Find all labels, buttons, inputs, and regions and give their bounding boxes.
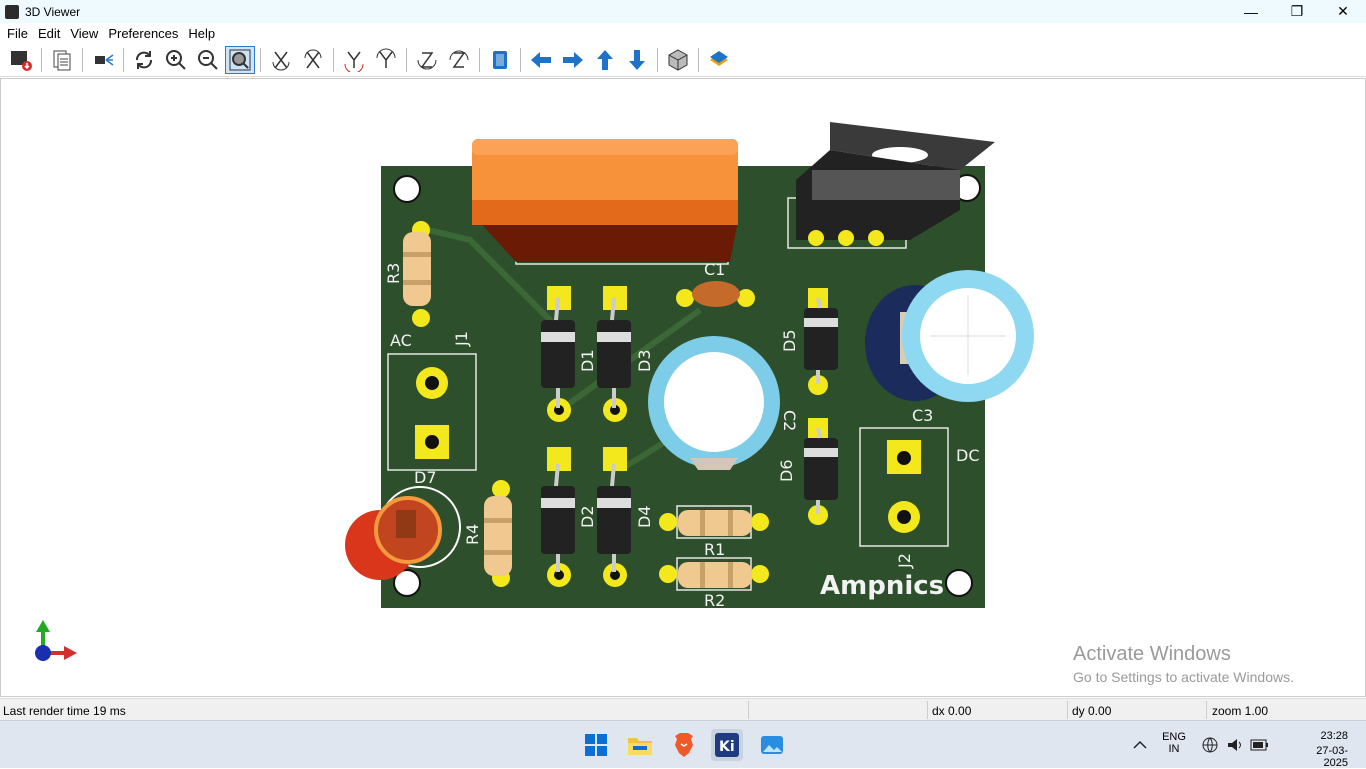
kicad-icon[interactable]: Ki: [711, 729, 743, 761]
resistor-r4: [484, 496, 512, 576]
network-icon[interactable]: [1197, 729, 1223, 761]
raytracing-icon[interactable]: [88, 46, 118, 74]
zoom-readout: zoom 1.00: [1212, 704, 1269, 718]
menu-view[interactable]: View: [70, 26, 98, 41]
label-d2: D2: [578, 506, 597, 529]
label-brand: Ampnics: [820, 571, 944, 601]
pan-down-icon[interactable]: [622, 46, 652, 74]
rotate-x-cw-icon[interactable]: [266, 46, 296, 74]
minimize-button[interactable]: —: [1228, 0, 1274, 23]
label-j1: J1: [452, 331, 471, 347]
label-d1: D1: [578, 350, 597, 373]
rotate-y-ccw-icon[interactable]: [371, 46, 401, 74]
label-c1: C1: [704, 260, 725, 279]
menu-help[interactable]: Help: [188, 26, 215, 41]
label-d4: D4: [635, 506, 654, 529]
label-r4: R4: [463, 524, 482, 545]
menu-preferences[interactable]: Preferences: [108, 26, 178, 41]
maximize-button[interactable]: ❐: [1274, 0, 1320, 23]
menu-file[interactable]: File: [7, 26, 28, 41]
pan-left-icon[interactable]: [526, 46, 556, 74]
window-title: 3D Viewer: [25, 4, 81, 19]
clock-date: 27-03-2025: [1316, 745, 1348, 769]
rotate-x-ccw-icon[interactable]: [298, 46, 328, 74]
region-label: IN: [1168, 743, 1180, 755]
watermark-line1: Activate Windows: [1073, 643, 1231, 665]
zoom-out-icon[interactable]: [193, 46, 223, 74]
label-d7: D7: [414, 468, 437, 487]
label-r2: R2: [704, 591, 725, 610]
label-j2: J2: [895, 553, 914, 569]
copy-icon[interactable]: [47, 46, 77, 74]
activate-windows-watermark: Activate Windows Go to Settings to activ…: [1073, 643, 1294, 685]
chevron-up-icon[interactable]: [1124, 729, 1156, 761]
label-r3: R3: [384, 263, 403, 284]
ortho-icon[interactable]: [663, 46, 693, 74]
3d-canvas[interactable]: R3 AC J1 D7 R4 D1 D3 D2 D4 C1 C2 D5 D6 C…: [0, 78, 1366, 697]
toolbar: [0, 43, 1366, 77]
svg-text:Ki: Ki: [719, 739, 735, 755]
zoom-in-icon[interactable]: [161, 46, 191, 74]
status-bar: Last render time 19 ms dx 0.00 dy 0.00 z…: [0, 698, 1366, 720]
zoom-fit-icon[interactable]: [225, 45, 255, 74]
volume-icon[interactable]: [1222, 729, 1248, 761]
dy-readout: dy 0.00: [1072, 704, 1112, 718]
pan-right-icon[interactable]: [558, 46, 588, 74]
capacitor-c1: [692, 281, 740, 307]
rotate-y-cw-icon[interactable]: [339, 46, 369, 74]
menu-bar: File Edit View Preferences Help: [0, 23, 1366, 43]
language-indicator[interactable]: ENG IN: [1160, 731, 1188, 755]
label-d5: D5: [780, 330, 799, 353]
rotate-z-ccw-icon[interactable]: [444, 46, 474, 74]
label-ac: AC: [390, 331, 412, 350]
axis-gizmo-icon: [35, 620, 77, 661]
clock[interactable]: 23:28 27-03-2025: [1300, 730, 1348, 769]
watermark-line2: Go to Settings to activate Windows.: [1073, 669, 1294, 685]
taskbar: Ki ENG IN 23:28 27-03-2025: [0, 720, 1366, 769]
x2-capacitor: [472, 139, 738, 262]
dx-readout: dx 0.00: [932, 704, 972, 718]
label-d6: D6: [777, 460, 796, 483]
menu-edit[interactable]: Edit: [38, 26, 60, 41]
app-icon: [5, 4, 19, 19]
windows-start-icon[interactable]: [580, 729, 612, 761]
clock-time: 23:28: [1320, 730, 1348, 742]
lang-label: ENG: [1162, 731, 1186, 743]
label-c3: C3: [912, 406, 933, 425]
file-explorer-icon[interactable]: [624, 729, 656, 761]
label-dc: DC: [956, 446, 980, 465]
label-c2: C2: [780, 410, 799, 431]
render-time: Last render time 19 ms: [3, 704, 126, 718]
label-r1: R1: [704, 540, 725, 559]
rotate-z-cw-icon[interactable]: [412, 46, 442, 74]
pan-up-icon[interactable]: [590, 46, 620, 74]
close-button[interactable]: ✕: [1320, 0, 1366, 23]
export-icon[interactable]: [6, 46, 36, 74]
title-bar: 3D Viewer — ❐ ✕: [0, 0, 1366, 23]
flip-board-icon[interactable]: [485, 46, 515, 74]
battery-icon[interactable]: [1247, 729, 1273, 761]
resistor-r3: [403, 232, 431, 306]
photos-icon[interactable]: [756, 729, 788, 761]
label-d3: D3: [635, 350, 654, 373]
brave-browser-icon[interactable]: [668, 729, 700, 761]
layers-icon[interactable]: [704, 46, 734, 74]
resistor-r2: [678, 562, 752, 588]
reload-icon[interactable]: [129, 46, 159, 74]
resistor-r1: [678, 510, 752, 536]
